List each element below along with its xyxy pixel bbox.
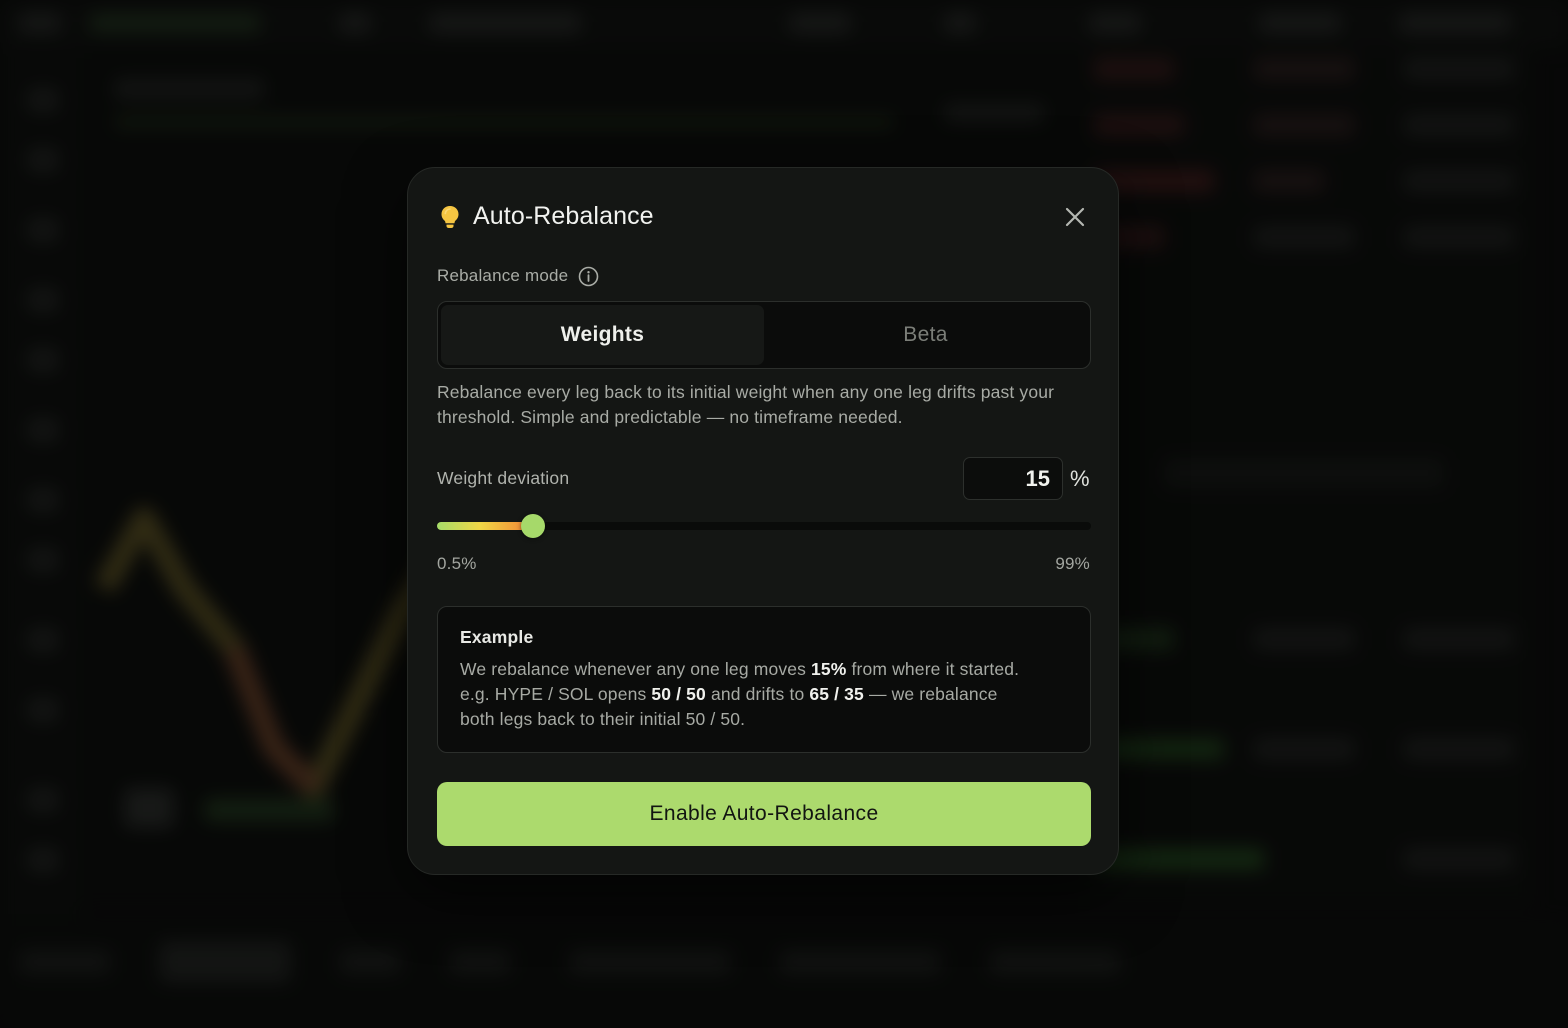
example-box: Example We rebalance whenever any one le…	[437, 606, 1091, 753]
modal-title: Auto-Rebalance	[473, 202, 654, 230]
close-button[interactable]	[1062, 204, 1088, 230]
example-initial-weights: 50 / 50	[651, 684, 706, 704]
slider-thumb[interactable]	[521, 514, 546, 538]
example-text: We rebalance whenever any one leg moves	[460, 659, 812, 679]
rebalance-mode-toggle: Weights Beta	[437, 301, 1091, 369]
lightbulb-icon	[441, 206, 459, 228]
example-line-3: both legs back to their initial 50 / 50.	[460, 709, 746, 729]
example-text: and drifts to	[705, 684, 810, 704]
mode-description: Rebalance every leg back to its initial …	[437, 382, 1055, 427]
enable-auto-rebalance-button[interactable]: Enable Auto-Rebalance	[437, 782, 1091, 846]
slider-fill	[437, 522, 534, 530]
example-text: from where it started.	[846, 659, 1020, 679]
example-drifted-weights: 65 / 35	[809, 684, 864, 704]
close-icon	[1065, 207, 1085, 227]
weight-deviation-input[interactable]	[963, 457, 1063, 500]
mode-option-weights[interactable]: Weights	[441, 305, 764, 365]
auto-rebalance-modal: Auto-Rebalance Rebalance mode Weights Be…	[407, 167, 1119, 875]
example-threshold-value: 15%	[811, 659, 847, 679]
weight-deviation-slider[interactable]	[437, 514, 1091, 538]
example-line-1: We rebalance whenever any one leg moves …	[460, 657, 1068, 682]
info-icon[interactable]	[578, 266, 599, 287]
example-line-2: e.g. HYPE / SOL opens 50 / 50 and drifts…	[460, 682, 1068, 707]
example-text: e.g. HYPE / SOL opens	[460, 684, 652, 704]
slider-max-label: 99%	[1055, 554, 1090, 573]
mode-option-beta[interactable]: Beta	[764, 305, 1087, 365]
slider-min-label: 0.5%	[437, 554, 477, 573]
rebalance-mode-label: Rebalance mode	[437, 266, 569, 285]
example-title: Example	[460, 627, 534, 647]
weight-deviation-label: Weight deviation	[437, 468, 570, 488]
rebalance-mode-label-row: Rebalance mode	[437, 265, 599, 287]
weight-deviation-unit: %	[1070, 466, 1090, 491]
modal-header: Auto-Rebalance	[438, 201, 1088, 233]
example-body: We rebalance whenever any one leg moves …	[460, 657, 1068, 732]
example-text: — we rebalance	[863, 684, 998, 704]
